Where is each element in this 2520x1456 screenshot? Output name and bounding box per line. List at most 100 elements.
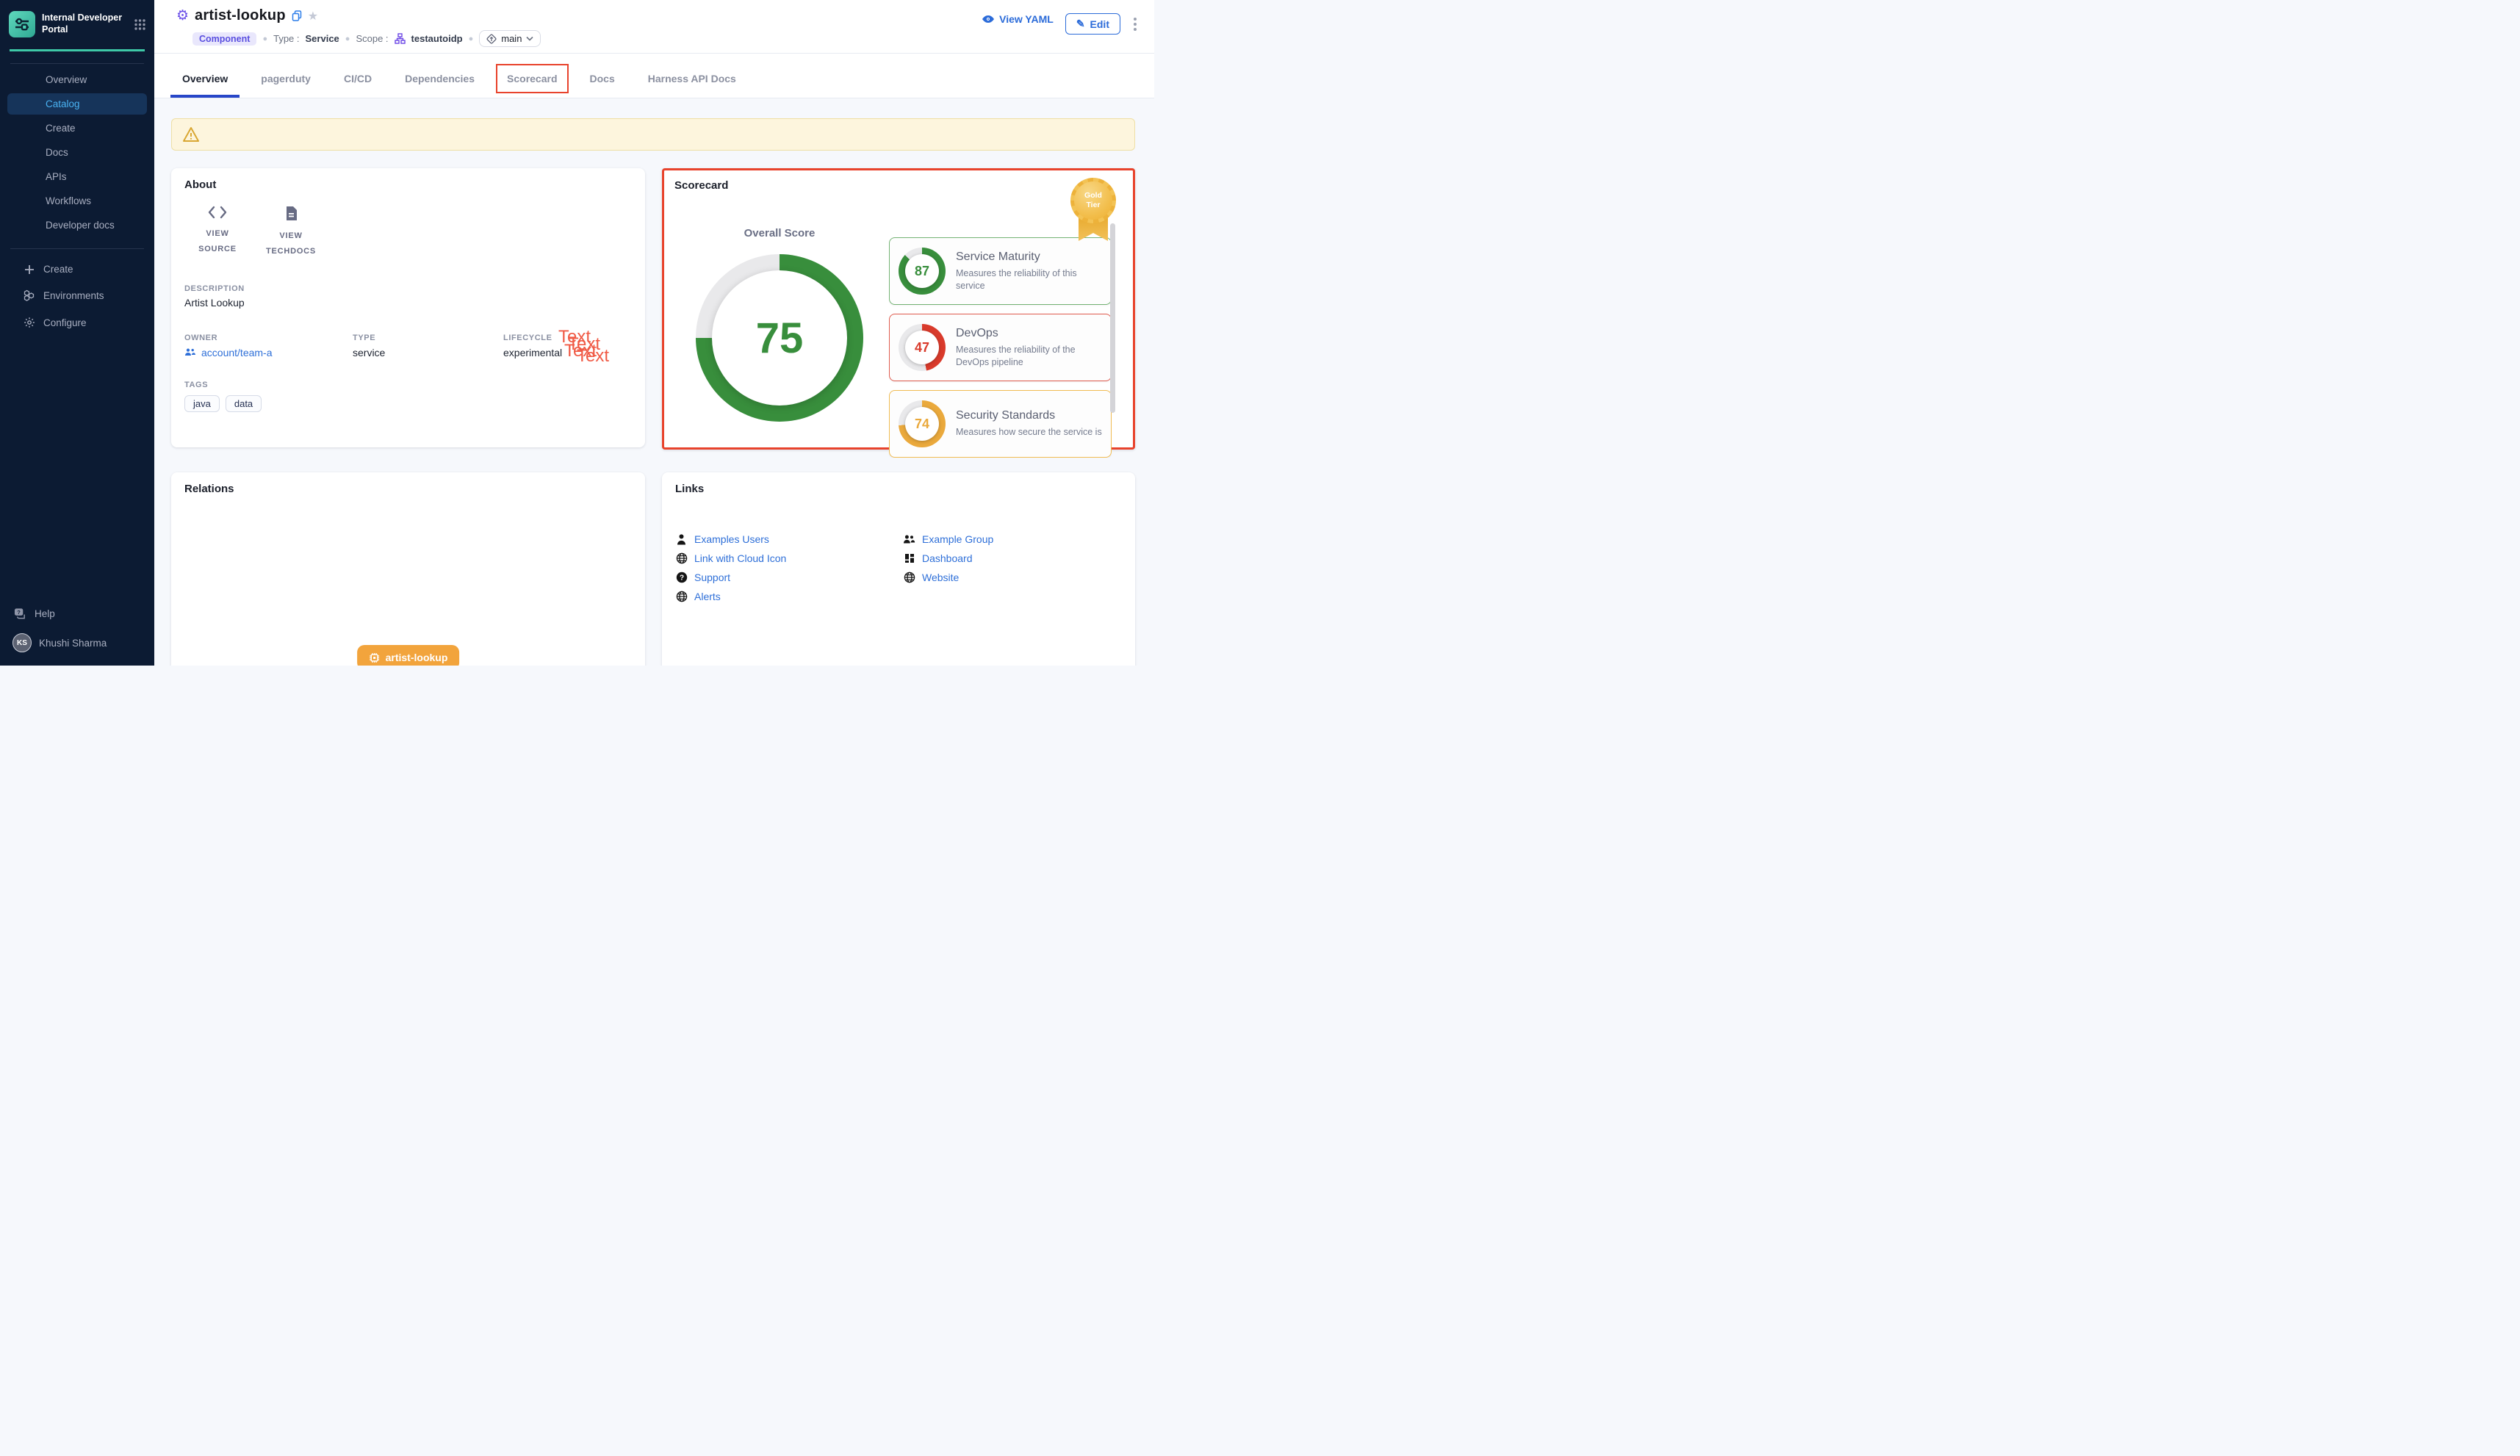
sidebar-header: Internal Developer Portal (0, 0, 154, 45)
sidebar-item-overview[interactable]: Overview (7, 69, 147, 90)
branch-icon (486, 34, 497, 44)
overview-content: About VIEW SOURCE (154, 98, 1154, 666)
gold-tier-label: Gold Tier (1082, 191, 1104, 210)
sidebar-item-catalog[interactable]: Catalog (7, 93, 147, 115)
type-label: Type : (273, 33, 299, 44)
owner-label: OWNER (184, 334, 353, 342)
sidebar-item-apis[interactable]: APIs (7, 166, 147, 187)
description-value: Artist Lookup (184, 297, 632, 309)
link-examples-users[interactable]: Examples Users (675, 533, 903, 545)
link-dashboard[interactable]: Dashboard (903, 552, 1122, 564)
tab-pagerduty[interactable]: pagerduty (249, 64, 323, 98)
sidebar-item-label: Create (43, 264, 73, 275)
page-title: artist-lookup (195, 7, 286, 24)
sidebar: Internal Developer Portal Overview Catal… (0, 0, 154, 666)
sidebar-item-create-action[interactable]: Create (7, 258, 147, 281)
scope-value: testautoidp (411, 33, 463, 44)
scorecard-title: Scorecard (674, 179, 1123, 192)
org-hierarchy-icon (395, 33, 406, 44)
apps-grid-icon[interactable] (134, 19, 145, 30)
relations-node-artist-lookup[interactable]: artist-lookup (357, 645, 460, 666)
sidebar-item-docs[interactable]: Docs (7, 142, 147, 163)
help-label: Help (35, 608, 55, 619)
sidebar-item-label: Environments (43, 290, 104, 301)
gold-tier-rosette-icon: Gold Tier (1070, 178, 1116, 223)
harness-idp-logo[interactable] (9, 11, 35, 37)
chevron-down-icon (526, 36, 533, 41)
check-name: DevOps (956, 327, 1102, 340)
sliders-logo-icon (14, 16, 30, 32)
tab-cicd[interactable]: CI/CD (332, 64, 384, 98)
relations-card: Relations artist-lookup (171, 472, 645, 666)
view-yaml-button[interactable]: View YAML (982, 13, 1054, 25)
tab-scorecard[interactable]: Scorecard (507, 73, 557, 84)
branch-selector[interactable]: main (479, 30, 541, 47)
docs-icon (285, 206, 298, 221)
favorite-star-icon[interactable]: ★ (308, 9, 318, 24)
cards-grid: About VIEW SOURCE (171, 168, 1135, 666)
tab-harness-api-docs[interactable]: Harness API Docs (636, 64, 748, 98)
relations-node-label: artist-lookup (386, 652, 448, 663)
score-ring: 74 (899, 400, 946, 447)
lifecycle-value: experimental (503, 347, 562, 358)
owner-link[interactable]: account/team-a (184, 347, 353, 358)
sidebar-item-create[interactable]: Create (7, 118, 147, 139)
page-root: Internal Developer Portal Overview Catal… (0, 0, 1152, 666)
tag-chip-java[interactable]: java (184, 395, 220, 412)
check-card-security-standards[interactable]: 74 Security Standards Measures how secur… (889, 390, 1112, 458)
sidebar-item-developer-docs[interactable]: Developer docs (7, 215, 147, 236)
globe-icon (903, 572, 915, 583)
tabs-bar: Overview pagerduty CI/CD Dependencies Sc… (154, 54, 1154, 98)
sidebar-item-workflows[interactable]: Workflows (7, 190, 147, 212)
check-card-service-maturity[interactable]: 87 Service Maturity Measures the reliabi… (889, 237, 1112, 305)
view-source-button[interactable]: VIEW SOURCE (186, 206, 249, 259)
lifecycle-label: LIFECYCLE (503, 334, 562, 342)
link-support[interactable]: ? Support (675, 572, 903, 583)
tag-chip-data[interactable]: data (226, 395, 262, 412)
dot-separator: ● (469, 35, 474, 43)
copy-icon[interactable] (292, 10, 302, 21)
sidebar-item-configure[interactable]: Configure (7, 311, 147, 334)
about-title: About (184, 179, 632, 191)
edit-button[interactable]: ✎ Edit (1065, 13, 1120, 35)
tab-docs[interactable]: Docs (578, 64, 627, 98)
header-actions: View YAML ✎ Edit (982, 7, 1138, 47)
dot-separator: ● (262, 35, 267, 43)
score-ring: 87 (899, 248, 946, 295)
view-techdocs-button[interactable]: VIEW TECHDOCS (259, 206, 323, 259)
sidebar-user[interactable]: KS Khushi Sharma (0, 626, 154, 666)
overall-score-value: 75 (756, 314, 804, 363)
checks-scrollbar[interactable] (1110, 223, 1115, 413)
description-label: DESCRIPTION (184, 284, 632, 293)
kind-badge[interactable]: Component (192, 32, 256, 46)
sidebar-item-label: Configure (43, 317, 87, 328)
globe-icon (675, 591, 688, 602)
check-description: Measures the reliability of this service (956, 267, 1102, 292)
check-description: Measures how secure the service is (956, 426, 1102, 439)
globe-icon (675, 552, 688, 564)
sidebar-help[interactable]: ? Help (0, 602, 154, 626)
link-alerts[interactable]: Alerts (675, 591, 903, 602)
tab-overview[interactable]: Overview (170, 64, 240, 98)
overall-score-block: Overall Score 75 (674, 192, 885, 458)
link-with-cloud-icon[interactable]: Link with Cloud Icon (675, 552, 903, 564)
check-card-devops[interactable]: 47 DevOps Measures the reliability of th… (889, 314, 1112, 381)
score-ring: 47 (899, 324, 946, 371)
check-name: Service Maturity (956, 251, 1102, 264)
svg-text:?: ? (679, 574, 683, 582)
tags-label: TAGS (184, 381, 632, 389)
gear-icon (23, 317, 35, 328)
type-field-label: TYPE (353, 334, 503, 342)
sidebar-item-environments[interactable]: Environments (7, 284, 147, 308)
user-icon (675, 534, 688, 545)
link-website[interactable]: Website (903, 572, 1122, 583)
sidebar-divider-mid (10, 248, 144, 249)
edit-label: Edit (1090, 18, 1109, 30)
svg-text:?: ? (17, 609, 21, 616)
sidebar-divider-top (10, 63, 144, 64)
component-gear-icon: ⚙ (176, 9, 189, 23)
tab-dependencies[interactable]: Dependencies (393, 64, 486, 98)
more-options-kebab[interactable] (1132, 15, 1138, 34)
gold-tier-badge: Gold Tier (1070, 178, 1117, 241)
link-example-group[interactable]: Example Group (903, 533, 1122, 545)
